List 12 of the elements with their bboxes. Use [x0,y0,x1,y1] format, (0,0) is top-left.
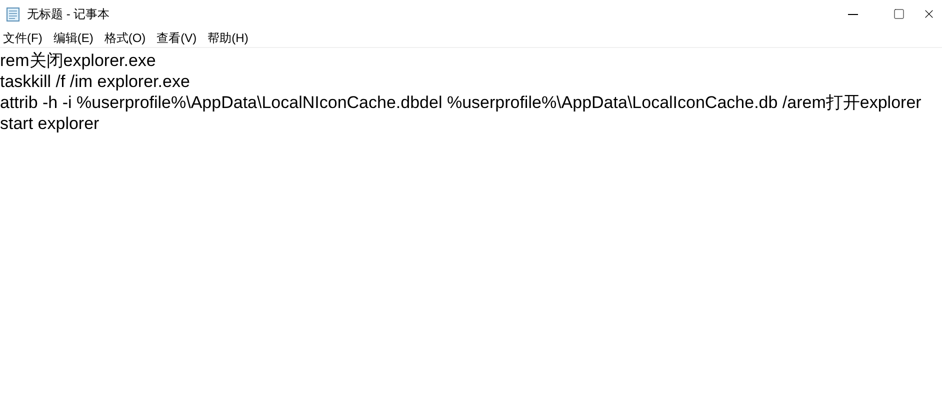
notepad-icon [5,6,21,22]
text-line: taskkill /f /im explorer.exe [0,71,191,92]
maximize-icon [893,8,905,20]
menu-item[interactable]: 查看(V) [154,28,200,46]
text-line: attrib -h -i %userprofile%\AppData\LocalNIconCache.dbdel %userprofile%\AppData\LocalIconCache.db /arem打开explorer [0,92,922,113]
text-line: rem关闭explorer.exe [0,50,157,71]
menu-item[interactable]: 格式(O) [101,28,149,46]
text-line: start explorer [0,113,100,134]
menu-item[interactable]: 文件(F) [0,28,46,46]
window-title: 无标题 - 记事本 [27,6,110,23]
menu-item[interactable]: 帮助(H) [204,28,252,46]
menu-item[interactable]: 编辑(E) [50,28,96,46]
